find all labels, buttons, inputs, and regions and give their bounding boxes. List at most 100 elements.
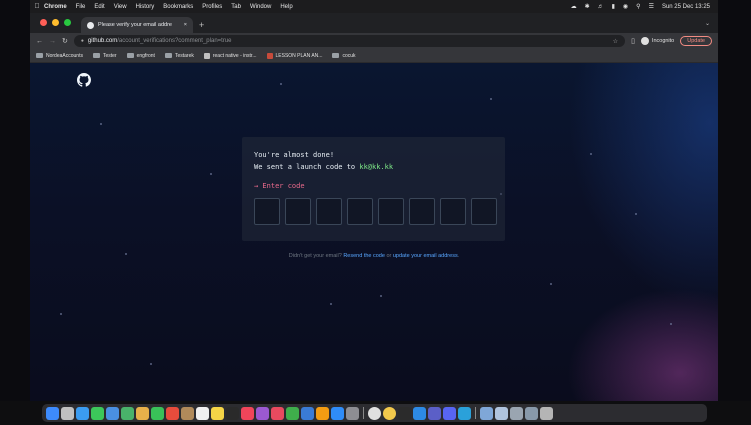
star-decoration [100, 123, 102, 125]
music-icon[interactable] [241, 406, 254, 420]
code-digit-input[interactable] [471, 198, 497, 225]
tv-icon[interactable] [226, 406, 239, 420]
keynote-icon[interactable] [301, 406, 314, 420]
back-arrow-icon[interactable]: ← [36, 38, 43, 45]
apple-icon[interactable]:  [30, 3, 44, 10]
bookmark-item[interactable]: engfront [126, 52, 155, 59]
folder3-icon[interactable] [525, 406, 538, 420]
wifi-icon[interactable]: ◉ [623, 3, 628, 10]
bookmark-label: engfront [136, 52, 155, 59]
close-window-button[interactable] [40, 19, 47, 26]
search-icon[interactable]: ⚲ [636, 3, 640, 10]
cloud-icon[interactable]: ☁ [571, 3, 577, 10]
menu-profiles[interactable]: Profiles [202, 4, 222, 10]
vscode-icon[interactable] [413, 406, 426, 420]
menu-edit[interactable]: Edit [94, 4, 104, 10]
menu-app-name[interactable]: Chrome [44, 4, 67, 10]
trash-icon[interactable] [540, 406, 553, 420]
news-icon[interactable] [271, 406, 284, 420]
bookmark-label: LESSON PLAN AN... [275, 52, 323, 59]
menu-help[interactable]: Help [280, 4, 292, 10]
bookmark-item[interactable]: cocuk [332, 53, 356, 59]
bookmarks-bar: NordeaAccounts Tester engfront Testarek … [30, 49, 718, 63]
bookmark-item[interactable]: NordeaAccounts [36, 53, 83, 59]
address-bar[interactable]: ● github.com/account_verifications?comme… [73, 35, 626, 47]
reload-icon[interactable]: ↻ [62, 37, 68, 45]
launchpad-icon[interactable] [61, 406, 74, 420]
bluetooth-icon[interactable]: ✱ [585, 3, 590, 10]
incognito-indicator[interactable]: Incognito [640, 37, 675, 45]
code-digit-input[interactable] [285, 198, 311, 225]
incognito-icon [640, 37, 649, 45]
settings-icon[interactable] [346, 406, 359, 420]
teams-icon[interactable] [428, 406, 441, 420]
menu-window[interactable]: Window [250, 4, 271, 10]
almost-done-heading: You're almost done! [254, 151, 335, 159]
enter-code-prompt: → Enter code [254, 182, 305, 190]
menu-file[interactable]: File [76, 4, 86, 10]
notes-icon[interactable] [211, 406, 224, 420]
downloads-icon[interactable] [480, 406, 493, 420]
menu-tab[interactable]: Tab [231, 4, 241, 10]
terminal-icon[interactable] [398, 406, 411, 420]
finder-icon[interactable] [46, 406, 59, 420]
lock-icon[interactable]: ● [81, 38, 84, 44]
safari-icon[interactable] [76, 406, 89, 420]
bookmark-item[interactable]: LESSON PLAN AN... [266, 52, 323, 59]
pages-icon[interactable] [316, 406, 329, 420]
discord-icon[interactable] [443, 406, 456, 420]
telegram-icon[interactable] [458, 406, 471, 420]
volume-icon[interactable]: ♬ [598, 4, 604, 10]
messages-icon[interactable] [91, 406, 104, 420]
resend-code-link[interactable]: Resend the code [343, 253, 385, 259]
photos-icon[interactable] [136, 406, 149, 420]
code-digit-input[interactable] [254, 198, 280, 225]
maximize-window-button[interactable] [64, 19, 71, 26]
new-tab-button[interactable]: + [193, 20, 210, 33]
calendar-icon[interactable] [166, 406, 179, 420]
chrome-icon[interactable] [368, 406, 381, 420]
code-digit-input[interactable] [347, 198, 373, 225]
star-decoration [280, 83, 282, 85]
code-digit-input[interactable] [440, 198, 466, 225]
numbers-icon[interactable] [286, 406, 299, 420]
menu-bookmarks[interactable]: Bookmarks [163, 4, 193, 10]
menu-view[interactable]: View [114, 4, 127, 10]
menu-history[interactable]: History [136, 4, 155, 10]
dock-separator [363, 407, 364, 419]
github-verify-page: You're almost done! We sent a launch cod… [30, 63, 718, 401]
code-digit-input[interactable] [378, 198, 404, 225]
url-path: /account_verifications?comment_plan=true [117, 38, 232, 44]
code-digit-input[interactable] [409, 198, 435, 225]
podcasts-icon[interactable] [256, 406, 269, 420]
bookmark-item[interactable]: Testarek [164, 53, 194, 59]
update-button[interactable]: Update [680, 36, 712, 46]
maps-icon[interactable] [121, 406, 134, 420]
folder2-icon[interactable] [510, 406, 523, 420]
control-center-icon[interactable]: ☰ [649, 3, 654, 10]
github-logo-icon[interactable] [77, 73, 91, 87]
menu-clock[interactable]: Sun 25 Dec 13:25 [662, 4, 710, 10]
bookmark-star-icon[interactable]: ☆ [613, 38, 618, 45]
chrome-beta-icon[interactable] [383, 406, 396, 420]
forward-arrow-icon[interactable]: → [49, 38, 56, 45]
folder-icon[interactable] [495, 406, 508, 420]
facetime-icon[interactable] [151, 406, 164, 420]
tab-search-chevron-icon[interactable]: ⌄ [705, 20, 718, 33]
reminders-icon[interactable] [196, 406, 209, 420]
tab-close-icon[interactable]: × [184, 22, 187, 28]
incognito-label: Incognito [651, 38, 675, 44]
minimize-window-button[interactable] [52, 19, 59, 26]
update-email-link[interactable]: update your email address [393, 253, 458, 259]
contacts-icon[interactable] [181, 406, 194, 420]
mail-icon[interactable] [106, 406, 119, 420]
appstore-icon[interactable] [331, 406, 344, 420]
folder-icon [36, 53, 43, 58]
bookmark-item[interactable]: react native - instr... [203, 52, 257, 59]
code-digit-input[interactable] [316, 198, 342, 225]
sidebar-toggle-icon[interactable]: ▯ [631, 37, 635, 45]
url-host: github.com [87, 38, 118, 44]
bookmark-item[interactable]: Tester [92, 53, 117, 59]
tab-github-verify[interactable]: Please verify your email addre × [81, 17, 193, 33]
battery-icon[interactable]: ▮ [612, 3, 615, 10]
